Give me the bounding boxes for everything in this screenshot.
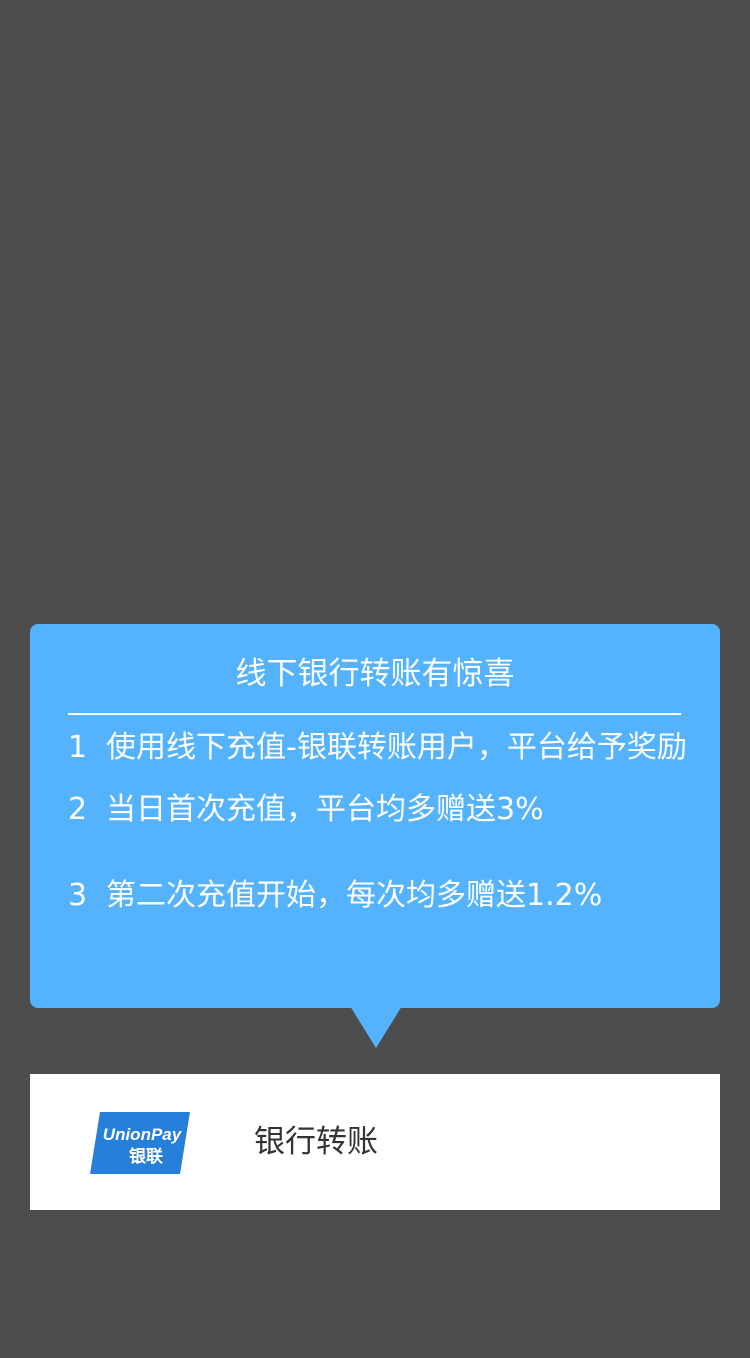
bank-transfer-option[interactable]: UnionPay 银联 银行转账 bbox=[30, 1074, 720, 1210]
promo-list: 1 使用线下充值-银联转账用户，平台给予奖励 2 当日首次充值，平台均多赠送3%… bbox=[68, 726, 688, 918]
promo-tooltip: 线下银行转账有惊喜 1 使用线下充值-银联转账用户，平台给予奖励 2 当日首次充… bbox=[30, 624, 720, 1008]
promo-item-number: 1 bbox=[68, 730, 88, 765]
logo-text-top: UnionPay bbox=[103, 1125, 183, 1144]
unionpay-logo-icon: UnionPay 银联 bbox=[90, 1112, 190, 1174]
bank-transfer-label[interactable]: 银行转账 bbox=[254, 1122, 378, 1162]
promo-item: 1 使用线下充值-银联转账用户，平台给予奖励 bbox=[68, 726, 688, 770]
tooltip-arrow bbox=[350, 1006, 402, 1048]
promo-item: 3 第二次充值开始，每次均多赠送1.2% bbox=[68, 874, 688, 918]
promo-item-number: 2 bbox=[68, 792, 88, 827]
promo-item-text: 第二次充值开始，每次均多赠送1.2% bbox=[106, 878, 603, 913]
promo-item-number: 3 bbox=[68, 878, 88, 913]
promo-title: 线下银行转账有惊喜 bbox=[235, 656, 515, 692]
promo-divider bbox=[68, 713, 681, 715]
promo-item-text: 当日首次充值，平台均多赠送3% bbox=[106, 792, 544, 827]
logo-text-bottom: 银联 bbox=[129, 1146, 163, 1167]
promo-item-text: 使用线下充值-银联转账用户，平台给予奖励 bbox=[106, 730, 687, 765]
promo-item: 2 当日首次充值，平台均多赠送3% bbox=[68, 788, 688, 832]
